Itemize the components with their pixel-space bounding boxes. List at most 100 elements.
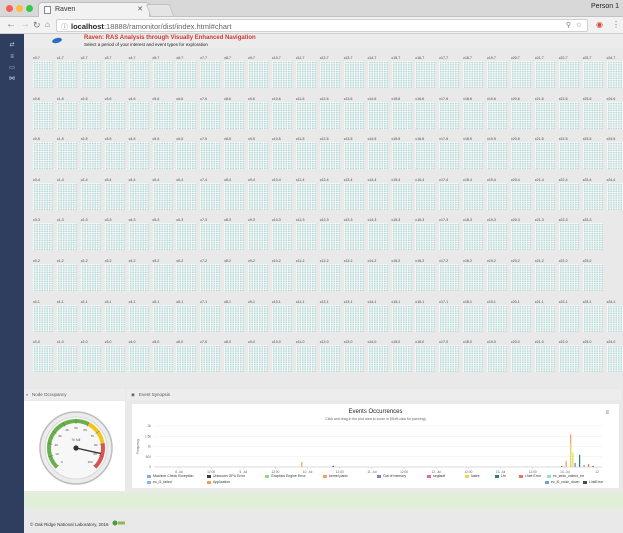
cabinet-node[interactable]: c15-3 bbox=[391, 218, 412, 251]
cabinet-blade-grid[interactable] bbox=[152, 345, 173, 373]
cabinet-blade-grid[interactable] bbox=[582, 304, 603, 332]
cabinet-node[interactable]: c19-3 bbox=[487, 218, 508, 251]
cabinet-blade-grid[interactable] bbox=[128, 264, 149, 291]
cabinet-node[interactable]: c24-6 bbox=[606, 97, 623, 129]
cabinet-blade-grid[interactable] bbox=[152, 304, 173, 332]
close-tab-icon[interactable]: ✕ bbox=[137, 5, 143, 13]
cabinet-node[interactable]: c0-4 bbox=[33, 178, 53, 210]
cabinet-blade-grid[interactable] bbox=[128, 61, 149, 88]
cabinet-node[interactable]: c6-1 bbox=[176, 300, 197, 332]
cabinet-node[interactable]: c5-0 bbox=[152, 340, 173, 373]
cabinet-blade-grid[interactable] bbox=[343, 182, 364, 210]
cabinet-node[interactable]: c21-1 bbox=[534, 300, 555, 332]
cabinet-node[interactable]: c21-0 bbox=[534, 340, 555, 373]
cabinet-blade-grid[interactable] bbox=[534, 182, 555, 210]
cabinet-node[interactable]: c4-0 bbox=[128, 340, 149, 373]
cabinet-node[interactable]: c13-2 bbox=[343, 259, 364, 291]
cabinet-blade-grid[interactable] bbox=[463, 61, 484, 88]
cabinet-blade-grid[interactable] bbox=[272, 61, 292, 88]
cabinet-node[interactable]: c22-5 bbox=[558, 137, 579, 170]
cabinet-blade-grid[interactable] bbox=[391, 304, 412, 332]
cabinet-blade-grid[interactable] bbox=[56, 345, 77, 373]
cabinet-blade-grid[interactable] bbox=[487, 142, 508, 170]
cabinet-node[interactable]: c16-6 bbox=[415, 97, 436, 129]
cabinet-blade-grid[interactable] bbox=[415, 182, 436, 210]
cabinet-blade-grid[interactable] bbox=[582, 101, 603, 129]
cabinet-blade-grid[interactable] bbox=[80, 345, 101, 373]
cabinet-node[interactable]: c22-2 bbox=[558, 259, 579, 291]
cabinet-blade-grid[interactable] bbox=[33, 223, 53, 251]
cabinet-node[interactable]: c13-0 bbox=[343, 340, 364, 373]
cabinet-node[interactable]: c15-2 bbox=[391, 259, 412, 291]
cabinet-blade-grid[interactable] bbox=[56, 264, 77, 291]
cabinet-node[interactable]: c6-0 bbox=[176, 340, 197, 373]
cabinet-node[interactable]: c14-4 bbox=[367, 178, 388, 210]
cabinet-blade-grid[interactable] bbox=[200, 182, 221, 210]
cabinet-node[interactable]: c22-3 bbox=[558, 218, 579, 251]
cabinet-blade-grid[interactable] bbox=[152, 142, 173, 170]
cabinet-blade-grid[interactable] bbox=[152, 264, 173, 291]
cabinet-blade-grid[interactable] bbox=[200, 101, 221, 129]
cabinet-blade-grid[interactable] bbox=[463, 142, 484, 170]
cabinet-node[interactable]: c9-3 bbox=[248, 218, 269, 251]
cabinet-blade-grid[interactable] bbox=[463, 304, 484, 332]
cabinet-node[interactable]: c13-6 bbox=[343, 97, 364, 129]
cabinet-blade-grid[interactable] bbox=[558, 182, 579, 210]
cabinet-node[interactable]: c17-5 bbox=[439, 137, 460, 170]
cabinet-node[interactable]: c18-3 bbox=[463, 218, 484, 251]
cabinet-node[interactable]: c19-1 bbox=[487, 300, 508, 332]
cabinet-node[interactable]: c1-4 bbox=[56, 178, 77, 210]
cabinet-blade-grid[interactable] bbox=[200, 304, 221, 332]
cabinet-blade-grid[interactable] bbox=[80, 142, 101, 170]
cabinet-blade-grid[interactable] bbox=[80, 304, 101, 332]
cabinet-blade-grid[interactable] bbox=[128, 223, 149, 251]
cabinet-node[interactable]: c8-2 bbox=[224, 259, 245, 291]
legend-item[interactable]: Unknown GPU Error bbox=[207, 474, 245, 478]
cabinet-node[interactable]: c9-4 bbox=[248, 178, 269, 210]
zoom-icon[interactable]: ⚲ bbox=[566, 21, 571, 29]
cabinet-blade-grid[interactable] bbox=[391, 61, 412, 88]
cabinet-blade-grid[interactable] bbox=[511, 182, 531, 210]
cabinet-node[interactable]: c10-0 bbox=[272, 340, 292, 373]
cabinet-blade-grid[interactable] bbox=[104, 182, 125, 210]
cabinet-blade-grid[interactable] bbox=[534, 345, 555, 373]
forward-arrow-icon[interactable]: → bbox=[20, 19, 30, 31]
cabinet-node[interactable]: c4-3 bbox=[128, 218, 149, 251]
cabinet-blade-grid[interactable] bbox=[104, 101, 125, 129]
cabinet-node[interactable]: c12-5 bbox=[319, 137, 340, 170]
cabinet-blade-grid[interactable] bbox=[56, 101, 77, 129]
cabinet-blade-grid[interactable] bbox=[104, 264, 125, 291]
cabinet-node[interactable]: c3-1 bbox=[104, 300, 125, 332]
cabinet-blade-grid[interactable] bbox=[295, 182, 316, 210]
cabinet-node[interactable]: c7-2 bbox=[200, 259, 221, 291]
cabinet-blade-grid[interactable] bbox=[367, 345, 388, 373]
cabinet-node[interactable]: c17-7 bbox=[439, 56, 460, 88]
cabinet-blade-grid[interactable] bbox=[33, 345, 53, 373]
cabinet-node[interactable]: c17-2 bbox=[439, 259, 460, 291]
cabinet-blade-grid[interactable] bbox=[224, 182, 245, 210]
cabinet-blade-grid[interactable] bbox=[558, 142, 579, 170]
cabinet-node[interactable]: c21-6 bbox=[534, 97, 555, 129]
cabinet-node[interactable]: c14-1 bbox=[367, 300, 388, 332]
cabinet-blade-grid[interactable] bbox=[415, 264, 436, 291]
cabinet-node[interactable]: c23-7 bbox=[582, 56, 603, 88]
cabinet-node[interactable]: c17-3 bbox=[439, 218, 460, 251]
cabinet-blade-grid[interactable] bbox=[224, 304, 245, 332]
cabinet-blade-grid[interactable] bbox=[176, 264, 197, 291]
cabinet-blade-grid[interactable] bbox=[295, 345, 316, 373]
cabinet-blade-grid[interactable] bbox=[606, 182, 623, 210]
cabinet-blade-grid[interactable] bbox=[582, 61, 603, 88]
cabinet-node[interactable]: c7-1 bbox=[200, 300, 221, 332]
cabinet-blade-grid[interactable] bbox=[200, 142, 221, 170]
cabinet-node[interactable]: c5-2 bbox=[152, 259, 173, 291]
cabinet-node[interactable]: c20-7 bbox=[511, 56, 531, 88]
cabinet-node[interactable]: c9-5 bbox=[248, 137, 269, 170]
cabinet-blade-grid[interactable] bbox=[534, 101, 555, 129]
cabinet-blade-grid[interactable] bbox=[415, 223, 436, 251]
cabinet-blade-grid[interactable] bbox=[104, 61, 125, 88]
cabinet-node[interactable]: c15-4 bbox=[391, 178, 412, 210]
cabinet-node[interactable]: c15-0 bbox=[391, 340, 412, 373]
cabinet-node[interactable]: c2-2 bbox=[80, 259, 101, 291]
cabinet-blade-grid[interactable] bbox=[272, 345, 292, 373]
cabinet-blade-grid[interactable] bbox=[343, 61, 364, 88]
